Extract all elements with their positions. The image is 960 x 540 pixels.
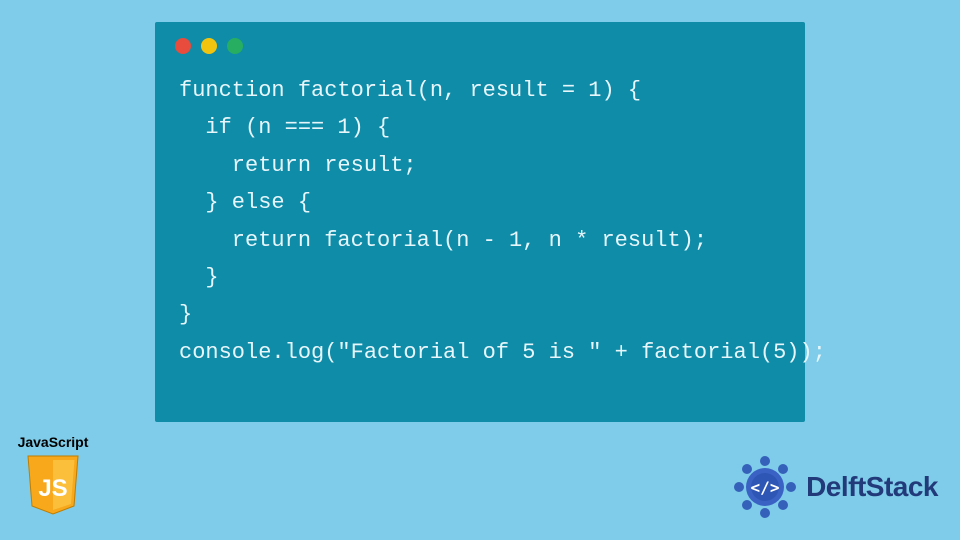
javascript-badge-label: JavaScript: [14, 434, 92, 450]
code-window: function factorial(n, result = 1) { if (…: [155, 22, 805, 422]
code-line: }: [179, 265, 219, 290]
javascript-shield-icon: JS: [25, 454, 81, 516]
code-line: console.log("Factorial of 5 is " + facto…: [179, 340, 826, 365]
code-line: return factorial(n - 1, n * result);: [179, 228, 707, 253]
close-icon: [175, 38, 191, 54]
shield-text: JS: [38, 475, 67, 502]
brand-emblem-icon: </>: [730, 452, 800, 522]
javascript-badge: JavaScript JS: [14, 434, 92, 516]
brand-logo: </> DelftStack: [730, 452, 938, 522]
code-line: if (n === 1) {: [179, 115, 390, 140]
code-line: function factorial(n, result = 1) {: [179, 78, 641, 103]
code-body: function factorial(n, result = 1) { if (…: [155, 62, 805, 395]
code-line: }: [179, 302, 192, 327]
code-line: } else {: [179, 190, 311, 215]
maximize-icon: [227, 38, 243, 54]
code-line: return result;: [179, 153, 417, 178]
minimize-icon: [201, 38, 217, 54]
svg-text:</>: </>: [751, 478, 780, 497]
brand-name: DelftStack: [806, 471, 938, 503]
window-traffic-lights: [155, 22, 805, 62]
